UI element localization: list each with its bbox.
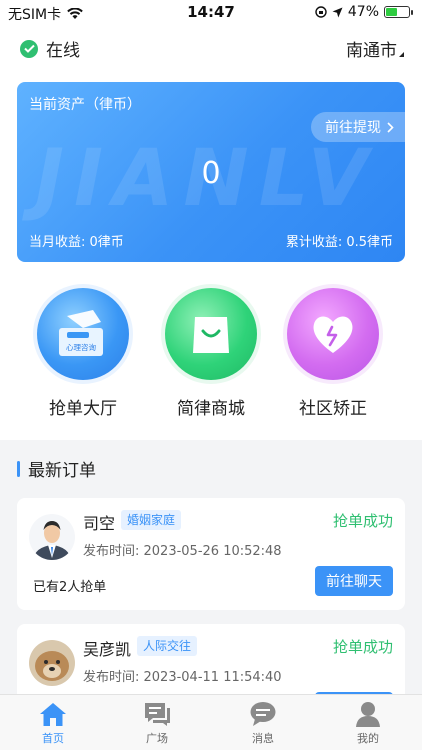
feature-label: 社区矫正 <box>299 399 367 419</box>
order-status: 抢单成功 <box>332 512 393 530</box>
order-status: 抢单成功 <box>332 638 393 656</box>
top-header: 在线 南通市 <box>0 28 422 68</box>
heart-icon <box>287 288 379 380</box>
order-card[interactable]: 司空 婚姻家庭 抢单成功 发布时间: 2023-05-26 10:52:48 已… <box>17 498 405 610</box>
tab-label: 广场 <box>146 732 168 745</box>
online-label: 在线 <box>46 41 80 61</box>
order-publish-time: 发布时间: 2023-04-11 11:54:40 <box>83 670 282 685</box>
city-label: 南通市 <box>346 41 397 61</box>
check-icon <box>20 39 38 58</box>
status-bar: 无SIM卡 14:47 47% <box>0 0 422 24</box>
tab-square[interactable]: 广场 <box>117 701 197 746</box>
tab-label: 首页 <box>42 732 64 745</box>
order-grab-count: 已有2人抢单 <box>33 580 107 595</box>
order-user-name: 吴彦凯 <box>83 640 132 659</box>
consult-icon-caption: 心理咨询 <box>66 342 96 352</box>
withdraw-label: 前往提现 <box>325 120 381 136</box>
tab-me[interactable]: 我的 <box>328 701 408 746</box>
battery-percent: 47% <box>347 4 379 20</box>
dropdown-triangle-icon <box>399 52 404 57</box>
order-category-tag: 婚姻家庭 <box>121 510 182 530</box>
location-icon <box>332 7 343 17</box>
tab-label: 我的 <box>357 732 379 745</box>
feature-label: 简律商城 <box>177 399 245 419</box>
feature-mall[interactable]: 简律商城 <box>151 288 271 419</box>
section-title-label: 最新订单 <box>28 461 96 481</box>
tab-label: 消息 <box>252 732 274 745</box>
month-income: 当月收益: 0律币 <box>29 235 124 250</box>
chevron-right-icon <box>387 121 394 133</box>
section-title: 最新订单 <box>17 456 96 481</box>
asset-card: JIANLV 当前资产（律币） 前往提现 0 当月收益: 0律币 累计收益: 0… <box>17 82 405 262</box>
bottom-tab-bar: 首页 广场 消息 我的 <box>0 694 422 750</box>
battery-icon <box>384 6 413 18</box>
asset-title: 当前资产（律币） <box>29 97 141 113</box>
order-publish-time: 发布时间: 2023-05-26 10:52:48 <box>83 544 282 559</box>
avatar <box>29 640 75 686</box>
avatar <box>29 514 75 560</box>
online-status[interactable]: 在线 <box>20 36 80 61</box>
feature-shortcuts: 心理咨询 抢单大厅 简律商城 社区矫正 <box>0 288 422 428</box>
home-icon <box>40 703 66 726</box>
feature-community-correction[interactable]: 社区矫正 <box>273 288 393 419</box>
orientation-lock-icon <box>315 6 327 18</box>
tab-home[interactable]: 首页 <box>13 701 93 746</box>
withdraw-button[interactable]: 前往提现 <box>311 112 405 142</box>
order-category-tag: 人际交往 <box>137 636 198 656</box>
go-chat-button[interactable]: 前往聊天 <box>315 566 393 596</box>
order-user-name: 司空 <box>83 514 116 533</box>
tab-messages[interactable]: 消息 <box>223 701 303 746</box>
total-income: 累计收益: 0.5律币 <box>285 235 393 250</box>
consult-icon: 心理咨询 <box>37 288 129 380</box>
shopping-bag-icon <box>165 288 257 380</box>
user-icon <box>356 702 380 727</box>
city-selector[interactable]: 南通市 <box>346 36 404 61</box>
feature-order-hall[interactable]: 心理咨询 抢单大厅 <box>23 288 143 419</box>
balance-value: 0 <box>201 156 221 191</box>
square-chat-icon <box>145 703 170 726</box>
system-indicators: 47% <box>315 4 413 20</box>
section-accent-bar <box>17 460 20 477</box>
message-icon <box>250 702 276 726</box>
feature-label: 抢单大厅 <box>49 399 117 419</box>
